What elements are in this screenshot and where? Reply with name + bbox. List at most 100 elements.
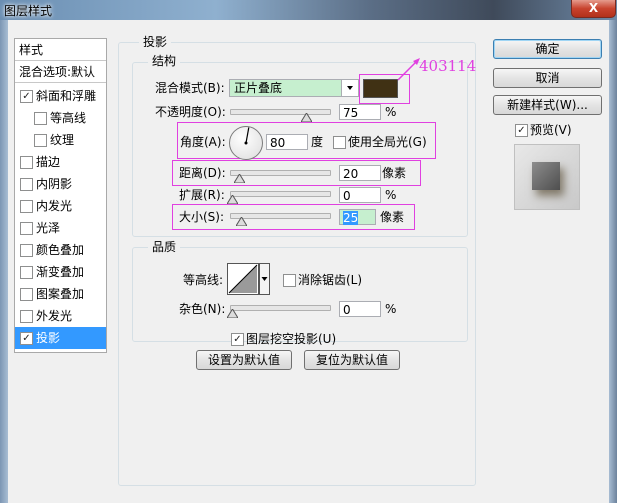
quality-group — [132, 247, 468, 342]
angle-needle-icon — [244, 127, 250, 145]
global-light-checkbox[interactable] — [333, 136, 346, 149]
style-list-panel: 样式 混合选项:默认 ✓ 斜面和浮雕 等高线 纹理 描边 内阴影 内发光 光泽 颜色叠加 渐变叠加 图案… — [14, 38, 107, 353]
spread-input[interactable]: 0 — [339, 187, 381, 203]
opacity-slider-thumb[interactable] — [300, 113, 312, 122]
distance-input[interactable]: 20 — [339, 165, 381, 181]
layer-style-dialog: 图层样式 X 样式 混合选项:默认 ✓ 斜面和浮雕 等高线 纹理 描边 内阴影 内发光 光泽 颜色叠… — [0, 0, 617, 503]
style-list-item-label: 渐变叠加 — [36, 265, 85, 279]
distance-label: 距离(D): — [179, 166, 226, 180]
drop-shadow-section-title: 投影 — [139, 35, 172, 49]
blend-mode-label: 混合模式(B): — [155, 81, 225, 95]
noise-label: 杂色(N): — [179, 302, 226, 316]
style-list-item[interactable]: 纹理 — [15, 129, 106, 151]
style-list-checkbox[interactable]: ✓ — [20, 90, 33, 103]
set-default-button[interactable]: 设置为默认值 — [196, 350, 292, 370]
angle-label: 角度(A): — [180, 135, 226, 149]
ok-button[interactable]: 确定 — [493, 39, 602, 59]
cancel-button[interactable]: 取消 — [493, 68, 602, 88]
style-list-item[interactable]: 混合选项:默认 — [15, 61, 106, 83]
style-list-checkbox[interactable] — [20, 178, 33, 191]
size-unit: 像素 — [380, 210, 405, 224]
style-list-item[interactable]: 内发光 — [15, 195, 106, 217]
style-list-item[interactable]: 颜色叠加 — [15, 239, 106, 261]
title-bar[interactable]: 图层样式 X — [0, 0, 617, 20]
contour-dropdown-button[interactable] — [259, 263, 270, 295]
chevron-down-icon — [261, 277, 268, 281]
size-slider-thumb[interactable] — [236, 217, 248, 226]
noise-slider-thumb[interactable] — [226, 309, 238, 318]
style-list-item-label: 光泽 — [36, 221, 61, 235]
distance-unit: 像素 — [382, 166, 407, 180]
antialias-label: 消除锯齿(L) — [298, 273, 363, 287]
shadow-color-swatch[interactable] — [363, 79, 398, 98]
style-list-checkbox[interactable] — [20, 200, 33, 213]
global-light-label: 使用全局光(G) — [348, 135, 427, 149]
style-list-item-label: 内阴影 — [36, 177, 73, 191]
style-list-item[interactable]: 内阴影 — [15, 173, 106, 195]
style-list-checkbox[interactable] — [34, 134, 47, 147]
blend-mode-select[interactable]: 正片叠底 — [229, 79, 359, 97]
style-list-checkbox[interactable] — [20, 244, 33, 257]
contour-picker[interactable] — [227, 263, 259, 295]
knockout-label: 图层挖空投影(U) — [246, 332, 337, 346]
style-list-item[interactable]: 渐变叠加 — [15, 261, 106, 283]
noise-slider-track[interactable] — [230, 305, 331, 311]
structure-title: 结构 — [148, 54, 181, 68]
noise-input[interactable]: 0 — [339, 301, 381, 317]
window-title: 图层样式 — [4, 4, 53, 18]
spread-slider-thumb[interactable] — [226, 195, 238, 204]
style-list-item[interactable]: 外发光 — [15, 305, 106, 327]
preview-label: 预览(V) — [530, 123, 572, 137]
style-list-item[interactable]: 样式 — [15, 39, 106, 61]
style-list-item-label: 样式 — [19, 43, 44, 57]
close-button[interactable]: X — [571, 0, 616, 18]
size-input[interactable]: 25 — [339, 209, 376, 225]
style-list-checkbox[interactable]: ✓ — [20, 332, 33, 345]
style-list-checkbox[interactable] — [20, 310, 33, 323]
size-input-value: 25 — [343, 211, 359, 225]
opacity-percent: % — [385, 105, 397, 119]
noise-percent: % — [385, 302, 397, 316]
antialias-checkbox[interactable] — [283, 274, 296, 287]
style-list-item-label: 等高线 — [50, 111, 87, 125]
contour-linear-icon — [228, 264, 258, 294]
knockout-checkbox[interactable]: ✓ — [231, 333, 244, 346]
style-list-item[interactable]: 光泽 — [15, 217, 106, 239]
style-list-item[interactable]: 等高线 — [15, 107, 106, 129]
color-hex-annotation: 403114 — [419, 57, 477, 75]
style-preview-thumbnail — [514, 144, 580, 210]
style-list-item-label: 内发光 — [36, 199, 73, 213]
opacity-slider-track[interactable] — [230, 109, 331, 115]
dialog-client: 样式 混合选项:默认 ✓ 斜面和浮雕 等高线 纹理 描边 内阴影 内发光 光泽 颜色叠加 渐变叠加 图案… — [8, 20, 609, 503]
quality-title: 品质 — [148, 240, 181, 254]
style-list-item[interactable]: 图案叠加 — [15, 283, 106, 305]
spread-percent: % — [385, 188, 397, 202]
distance-slider-thumb[interactable] — [234, 174, 246, 183]
new-style-button[interactable]: 新建样式(W)... — [493, 95, 602, 115]
preview-checkbox[interactable]: ✓ — [515, 124, 528, 137]
window-frame-right — [609, 20, 617, 503]
reset-default-button[interactable]: 复位为默认值 — [304, 350, 400, 370]
style-list-checkbox[interactable] — [20, 288, 33, 301]
contour-label: 等高线: — [183, 273, 224, 287]
style-list-checkbox[interactable] — [34, 112, 47, 125]
style-list-checkbox[interactable] — [20, 266, 33, 279]
opacity-input[interactable]: 75 — [339, 104, 381, 120]
style-list-checkbox[interactable] — [20, 222, 33, 235]
style-list-item-label: 颜色叠加 — [36, 243, 85, 257]
style-list-item[interactable]: 描边 — [15, 151, 106, 173]
style-list-item[interactable]: ✓ 斜面和浮雕 — [15, 85, 106, 107]
style-list-item-label: 纹理 — [50, 133, 75, 147]
style-list-item[interactable]: ✓ 投影 — [15, 327, 106, 349]
angle-dial[interactable] — [229, 126, 263, 160]
style-list-item-label: 斜面和浮雕 — [36, 89, 97, 103]
angle-input[interactable]: 80 — [266, 134, 308, 150]
style-list-item-label: 图案叠加 — [36, 287, 85, 301]
style-list-item-label: 描边 — [36, 155, 61, 169]
style-list-separator — [15, 82, 106, 83]
spread-label: 扩展(R): — [179, 188, 225, 202]
style-list-checkbox[interactable] — [20, 156, 33, 169]
chevron-down-icon — [341, 80, 358, 96]
preview-square — [532, 162, 560, 190]
spread-slider-track[interactable] — [230, 191, 331, 197]
